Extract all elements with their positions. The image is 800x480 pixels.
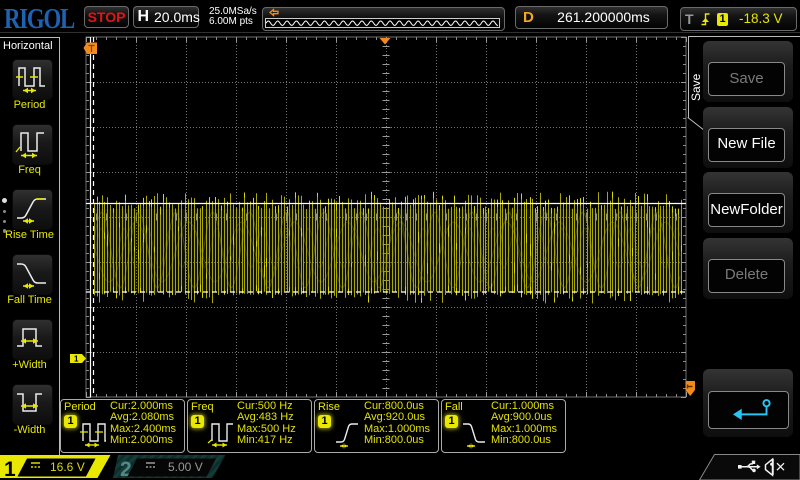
svg-text:1: 1	[4, 458, 16, 480]
svg-text:1: 1	[74, 355, 79, 364]
svg-text:16.6 V: 16.6 V	[50, 460, 85, 474]
svg-text:2: 2	[120, 458, 132, 480]
svg-text:5.00 V: 5.00 V	[168, 460, 203, 474]
